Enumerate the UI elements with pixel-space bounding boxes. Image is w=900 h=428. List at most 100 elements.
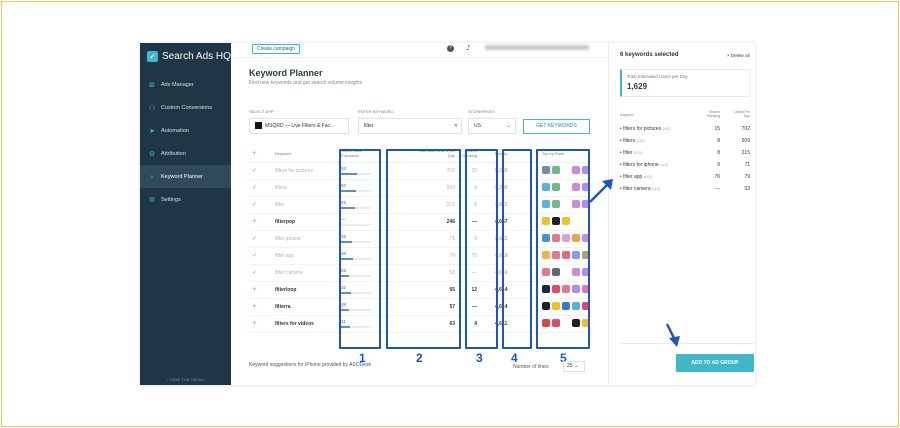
cell-keyword: filterloop [275, 287, 297, 293]
total-label: Total Estimated Users per Day [627, 74, 688, 79]
selected-ranking: — [715, 186, 720, 192]
add-all-icon[interactable]: + [252, 150, 257, 157]
selected-keyword: • filters for iphone (US) [620, 162, 668, 168]
add-to-ad-group-button[interactable]: ADD TO AD GROUP [676, 354, 754, 372]
chevron-down-icon: ⌄ [506, 123, 511, 129]
user-account-blurred[interactable] [485, 45, 589, 50]
selected-keyword-row[interactable]: • filter (US) 8 215 [620, 149, 750, 159]
highlight-box-top-rank [536, 149, 590, 349]
panel-divider [620, 343, 754, 344]
keyword-input[interactable]: filter ✕ [358, 118, 462, 134]
annotation-arrow-down-icon [665, 323, 680, 347]
storefront-code: (US) [633, 150, 643, 155]
get-keywords-button[interactable]: GET KEYWORDS [523, 119, 590, 134]
selected-users: 702 [741, 126, 750, 132]
sidebar: ✓ Search Ads HQ ⊞ Ads Manager ⚇ Custom C… [140, 43, 231, 385]
selected-keyword-text: filter app [623, 174, 643, 180]
cell-keyword: filterpop [275, 219, 295, 225]
sidebar-nav: ⊞ Ads Manager ⚇ Custom Conversions ➤ Aut… [140, 73, 231, 211]
plus-icon[interactable]: + [252, 303, 257, 310]
selected-users: 509 [741, 138, 750, 144]
selected-app: MSQRD — Live Filters & Fac... [265, 123, 335, 129]
annotation-number: 4 [511, 351, 518, 365]
brand[interactable]: ✓ Search Ads HQ [147, 49, 231, 63]
sidebar-item-settings[interactable]: ⚙ Settings [140, 188, 231, 211]
sidebar-item-attribution[interactable]: ⚙ Attribution [140, 142, 231, 165]
storefront-select[interactable]: US ⌄ [468, 118, 516, 134]
storefront-code: (US) [636, 138, 645, 143]
bell-icon[interactable]: ♪ [466, 44, 470, 52]
check-icon[interactable]: ✓ [252, 167, 257, 174]
panel-col-keyword: Keyword [620, 113, 634, 117]
plus-square-icon: ⊞ [149, 80, 155, 89]
brand-name: Search Ads HQ [162, 50, 231, 62]
selected-keyword: • filters for pictures (US) [620, 126, 671, 132]
keyword-value: filter [364, 123, 374, 129]
plus-icon[interactable]: + [252, 218, 257, 225]
selected-ranking: 15 [714, 126, 720, 132]
lines-select[interactable]: 25 ⌄ [563, 361, 585, 372]
settings-icon: ⚙ [148, 195, 156, 204]
panel-col-ranking: Search Ranking [707, 110, 720, 118]
selected-keyword-text: filters [623, 138, 636, 144]
asodesk-link[interactable]: ASODesk [349, 362, 371, 368]
select-app-label: SELECT APP [249, 109, 274, 114]
brand-check-icon: ✓ [147, 50, 158, 62]
footer-note: Keyword suggestions for iPhone provided … [249, 362, 371, 368]
check-icon[interactable]: ✓ [252, 201, 257, 208]
total-users-box: Total Estimated Users per Day 1,629 [620, 69, 750, 97]
highlight-box-ranking [465, 149, 498, 349]
sidebar-item-label: Attribution [161, 150, 186, 157]
col-keyword[interactable]: Keyword [275, 151, 291, 156]
sidebar-item-automation[interactable]: ➤ Automation [140, 119, 231, 142]
cell-keyword: filter [275, 202, 285, 208]
selected-keyword-row[interactable]: • filters for iphone (US) 9 71 [620, 161, 750, 171]
delete-all-button[interactable]: × Delete all [727, 53, 750, 58]
sidebar-item-label: Custom Conversions [161, 104, 213, 111]
page-title: Keyword Planner [249, 68, 323, 78]
selected-ranking: 9 [717, 162, 720, 168]
selected-keyword-row[interactable]: • filters (US) 8 509 [620, 137, 750, 147]
check-icon[interactable]: ✓ [252, 235, 257, 242]
selected-ranking: 8 [717, 138, 720, 144]
app-select[interactable]: MSQRD — Live Filters & Fac... [249, 118, 349, 134]
annotation-number: 2 [416, 351, 423, 365]
selected-ranking: 8 [717, 150, 720, 156]
sidebar-item-label: Ads Manager [161, 81, 194, 88]
sidebar-item-custom-conversions[interactable]: ⚇ Custom Conversions [140, 96, 231, 119]
check-icon[interactable]: ✓ [252, 184, 257, 191]
footer-note-text: Keyword suggestions for iPhone provided … [249, 362, 350, 368]
selected-users: 215 [741, 150, 750, 156]
sidebar-item-ads-manager[interactable]: ⊞ Ads Manager [140, 73, 231, 96]
cell-keyword: filters [275, 185, 287, 191]
selected-keyword: • filter app (US) [620, 174, 652, 180]
cell-keyword: filterra [275, 304, 291, 310]
selected-keyword-text: filters for pictures [623, 126, 662, 132]
storefront-code: (US) [652, 186, 661, 191]
plus-icon[interactable]: + [252, 320, 257, 327]
selected-keyword-row[interactable]: • filter camera (US) — 53 [620, 185, 750, 195]
lines-value: 25 [567, 363, 573, 369]
annotation-number: 3 [476, 351, 483, 365]
highlight-box-users [386, 149, 461, 349]
storefront-value: US [474, 123, 481, 129]
create-campaign-button[interactable]: Create campaign [252, 44, 301, 54]
sidebar-item-keyword-planner[interactable]: ⌕ Keyword Planner [140, 165, 231, 188]
selected-users: 53 [744, 186, 750, 192]
clear-icon[interactable]: ✕ [454, 119, 458, 133]
help-icon[interactable]: ? [447, 45, 454, 52]
plus-icon[interactable]: + [252, 286, 257, 293]
selected-keyword-row[interactable]: • filter app (US) 70 79 [620, 173, 750, 183]
storefront-label: STOREFRONT [468, 109, 496, 114]
panel-table-header: Keyword Search Ranking Users Per Day [620, 110, 750, 120]
panel-title: 6 keywords selected [620, 52, 679, 58]
enter-keyword-label: ENTER KEYWORD [358, 109, 394, 114]
selected-keyword-row[interactable]: • filters for pictures (US) 15 702 [620, 125, 750, 135]
cell-keyword: filters for pictures [275, 168, 314, 174]
cell-keyword: filters for videos [275, 321, 314, 327]
hide-menu-link[interactable]: ‹ HIDE THE MENU [140, 377, 231, 382]
check-icon[interactable]: ✓ [252, 252, 257, 259]
sidebar-item-label: Automation [161, 127, 189, 134]
check-icon[interactable]: ✓ [252, 269, 257, 276]
selected-keyword: • filter camera (US) [620, 186, 660, 192]
